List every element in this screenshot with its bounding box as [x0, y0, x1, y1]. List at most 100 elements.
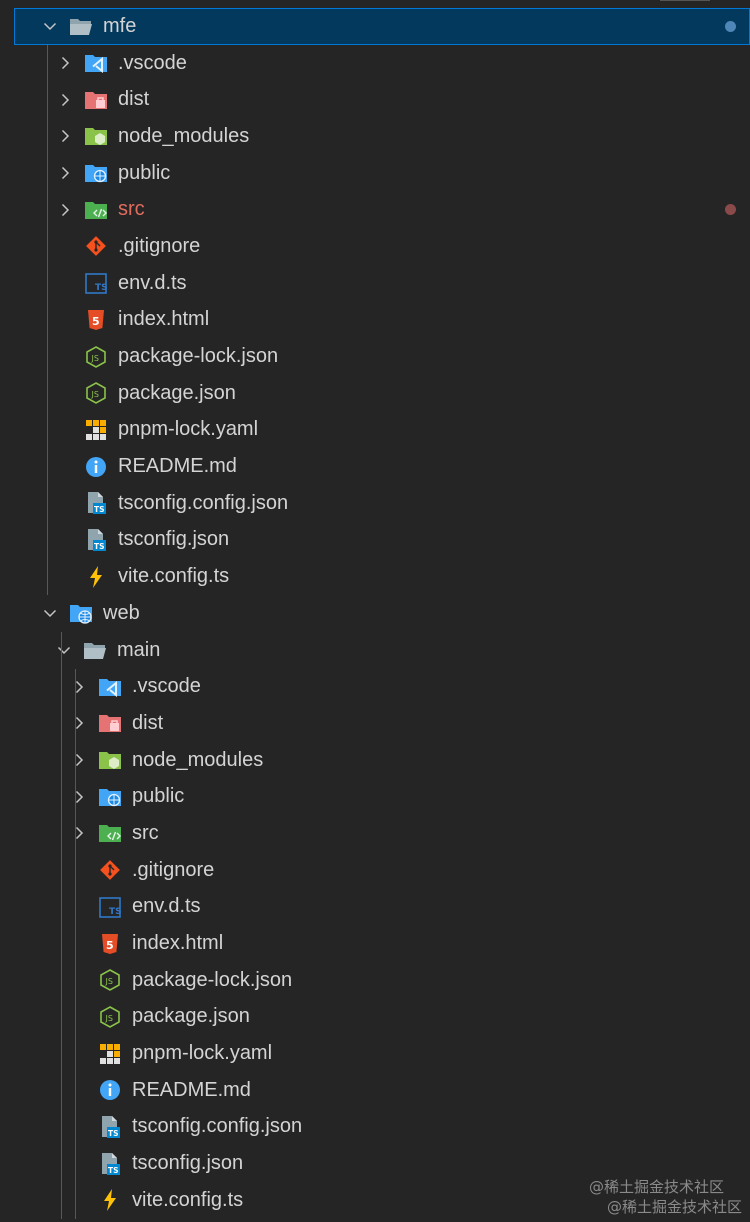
- tree-item[interactable]: src: [0, 815, 750, 852]
- tree-folder-mfe[interactable]: mfe: [14, 8, 750, 45]
- chevron-down-icon[interactable]: [40, 16, 60, 36]
- chevron-down-icon[interactable]: [40, 603, 60, 623]
- tree-item[interactable]: vite.config.ts: [0, 558, 750, 595]
- tree-item[interactable]: JS package-lock.json: [0, 338, 750, 375]
- folder-label: node_modules: [132, 748, 264, 771]
- indent-guide: [75, 668, 76, 1220]
- vscode-folder-icon: [97, 674, 123, 700]
- tree-item[interactable]: 5 index.html: [0, 925, 750, 962]
- html-icon: 5: [83, 307, 109, 333]
- svg-text:TS: TS: [95, 283, 108, 293]
- web-folder-icon: [68, 600, 94, 626]
- tree-item[interactable]: TS env.d.ts: [0, 889, 750, 926]
- tree-item[interactable]: README.md: [0, 1072, 750, 1109]
- tsconfig-icon: TS: [97, 1151, 123, 1177]
- file-label: README.md: [132, 1078, 251, 1101]
- tree-item[interactable]: dist: [0, 81, 750, 118]
- chevron-right-icon[interactable]: [69, 677, 89, 697]
- file-label: tsconfig.config.json: [118, 491, 289, 514]
- open-folder-icon: [82, 637, 108, 663]
- status-dot: [725, 20, 736, 32]
- info-icon: [83, 454, 109, 480]
- tree-item[interactable]: JS package.json: [0, 999, 750, 1036]
- tree-item[interactable]: JS package.json: [0, 375, 750, 412]
- dist-folder-icon: [97, 710, 123, 736]
- chevron-right-icon[interactable]: [55, 90, 75, 110]
- chevron-right-icon[interactable]: [55, 200, 75, 220]
- file-label: package-lock.json: [132, 968, 293, 991]
- folder-label: .vscode: [118, 51, 187, 74]
- nodejs-icon: JS: [97, 1004, 123, 1030]
- tree-item[interactable]: JS package-lock.json: [0, 962, 750, 999]
- svg-text:TS: TS: [108, 1166, 119, 1175]
- tree-folder-web[interactable]: web: [0, 595, 750, 632]
- tree-folder-main[interactable]: main: [0, 632, 750, 669]
- svg-text:TS: TS: [109, 907, 122, 917]
- pnpm-icon: [83, 417, 109, 443]
- folder-label: src: [118, 198, 145, 221]
- chevron-right-icon[interactable]: [69, 750, 89, 770]
- folder-label: node_modules: [118, 124, 250, 147]
- chevron-right-icon[interactable]: [55, 53, 75, 73]
- chevron-right-icon[interactable]: [55, 163, 75, 183]
- file-label: tsconfig.config.json: [132, 1115, 303, 1138]
- file-label: package.json: [132, 1005, 250, 1028]
- tree-item[interactable]: src: [0, 191, 750, 228]
- tree-item[interactable]: .vscode: [0, 45, 750, 82]
- svg-text:TS: TS: [94, 542, 105, 551]
- tree-item[interactable]: TS env.d.ts: [0, 265, 750, 302]
- tree-item[interactable]: .vscode: [0, 668, 750, 705]
- svg-text:JS: JS: [105, 1014, 113, 1023]
- nodejs-icon: JS: [83, 380, 109, 406]
- tree-item[interactable]: README.md: [0, 448, 750, 485]
- file-label: index.html: [118, 308, 210, 331]
- info-icon: [97, 1077, 123, 1103]
- file-label: pnpm-lock.yaml: [118, 418, 259, 441]
- folder-label: main: [117, 638, 161, 661]
- tree-item[interactable]: node_modules: [0, 118, 750, 155]
- chevron-right-icon[interactable]: [69, 787, 89, 807]
- tree-item[interactable]: .gitignore: [0, 228, 750, 265]
- tree-item[interactable]: public: [0, 778, 750, 815]
- tree-item[interactable]: TS tsconfig.json: [0, 522, 750, 559]
- src-folder-icon: [97, 820, 123, 846]
- tree-item[interactable]: .gitignore: [0, 852, 750, 889]
- node-folder-icon: [83, 123, 109, 149]
- file-explorer-tree: mfe .vscode dist node_modules public src .giti…: [0, 8, 750, 1219]
- tree-item[interactable]: pnpm-lock.yaml: [0, 1035, 750, 1072]
- tree-item[interactable]: TS tsconfig.config.json: [0, 1109, 750, 1146]
- tree-item[interactable]: node_modules: [0, 742, 750, 779]
- chevron-right-icon[interactable]: [69, 823, 89, 843]
- watermark-shadow: @稀土掘金技术社区: [606, 1198, 742, 1216]
- tree-item[interactable]: public: [0, 155, 750, 192]
- tree-item[interactable]: dist: [0, 705, 750, 742]
- git-icon: [97, 857, 123, 883]
- open-folder-icon: [68, 13, 94, 39]
- chevron-right-icon[interactable]: [55, 126, 75, 146]
- tree-item[interactable]: TS tsconfig.config.json: [0, 485, 750, 522]
- file-label: pnpm-lock.yaml: [132, 1042, 273, 1065]
- chevron-down-icon[interactable]: [54, 640, 74, 660]
- folder-label: .vscode: [132, 675, 201, 698]
- status-dot: [725, 204, 736, 216]
- ts-icon: TS: [83, 270, 109, 296]
- tsconfig-icon: TS: [97, 1114, 123, 1140]
- chevron-right-icon[interactable]: [69, 713, 89, 733]
- tree-item[interactable]: 5 index.html: [0, 302, 750, 339]
- folder-label: mfe: [103, 14, 137, 37]
- svg-text:JS: JS: [91, 390, 99, 399]
- vscode-folder-icon: [83, 50, 109, 76]
- tree-item[interactable]: pnpm-lock.yaml: [0, 412, 750, 449]
- file-label: package-lock.json: [118, 345, 279, 368]
